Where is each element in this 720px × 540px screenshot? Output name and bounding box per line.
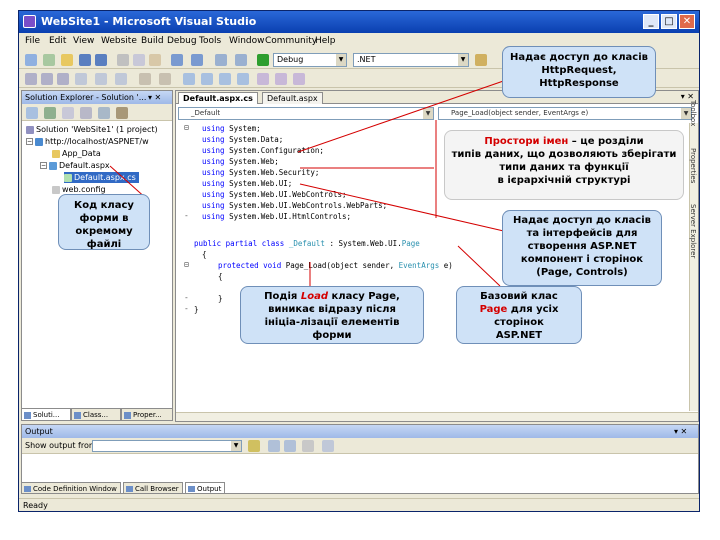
callout-line: Page для усіх [457,303,581,316]
callout-line: Надає доступ до класів [513,215,651,226]
callout-line: форми в [79,213,129,224]
callout-line: файлі [86,239,122,250]
callout-line: типів даних, що дозволяють зберігати [451,149,677,160]
callout-ui: Надає доступ до класів та інтерфейсів дл… [502,210,662,286]
callout-load-event: Подія Load класу Page, виникає відразу п… [240,286,424,344]
callout-line: Подія Load класу Page, [241,290,423,303]
callout-line: та інтерфейсів для [526,228,638,239]
callout-line: окремому [75,226,133,237]
callout-text: – це розділи [568,136,644,147]
callout-line: виникає відразу після [268,304,396,315]
callout-http: Надає доступ до класів HttpRequest, Http… [502,46,656,98]
callout-text: класу Page, [327,291,400,302]
callout-line: в ієрархічній структурі [497,175,631,186]
callout-line: HttpResponse [539,78,619,89]
callout-line: сторінок [494,317,544,328]
callout-line: ASP.NET [495,330,543,341]
callout-line: Базовий клас [480,291,558,302]
callout-line: Надає доступ до класів [510,52,648,63]
callout-line: компонент і сторінок [520,254,644,265]
callout-namespaces: Простори імен – це розділи типів даних, … [444,130,684,200]
callout-line: Код класу [74,200,134,211]
callout-line: ініціа-лізації елементів [264,317,400,328]
callout-text: Подія [264,291,301,302]
callout-line: типи даних та функції [499,162,629,173]
callout-highlight: Load [300,291,328,302]
callout-line: форми [312,330,352,341]
callout-line: (Page, Controls) [536,267,628,278]
callout-highlight: Page [479,304,508,315]
callout-highlight: Простори імен [484,136,569,147]
callout-line: створення ASP.NET [527,241,637,252]
arrow-base [457,245,501,287]
callout-line: Простори імен – це розділи [445,135,683,148]
callout-codebehind: Код класу форми в окремому файлі [58,194,150,250]
callout-text: для усіх [507,304,559,315]
callout-base-class: Базовий клас Page для усіх сторінок ASP.… [456,286,582,344]
callout-line: HttpRequest, [541,65,617,76]
